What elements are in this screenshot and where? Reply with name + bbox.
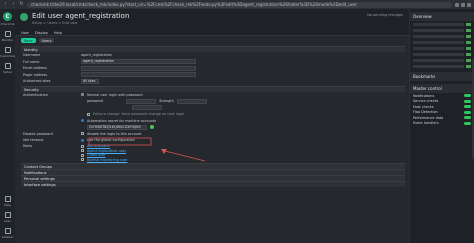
overview-row	[410, 63, 474, 69]
nav-bottom: Help User Sidebar	[0, 191, 15, 239]
password-field[interactable]	[126, 98, 157, 104]
menu-help[interactable]: Help	[54, 31, 62, 35]
role-agent-registration[interactable]: Agent registration user	[87, 149, 126, 153]
automation-radio[interactable]	[81, 119, 84, 123]
nav-help[interactable]: Help	[0, 196, 15, 207]
help-icon	[4, 196, 11, 202]
right-sidebar: Overview Bookmarks Master control Notifi…	[409, 9, 474, 243]
identity-section: Identity Username agent_registration Ful…	[21, 46, 405, 85]
fullname-field[interactable]: agent_registration	[81, 59, 196, 65]
sidebar-icon	[4, 228, 11, 234]
customize-icon	[4, 47, 11, 53]
role-agent-checkbox[interactable]	[81, 149, 84, 153]
control-row: Event handlers	[410, 121, 474, 127]
form-content: Identity Username agent_registration Ful…	[21, 46, 405, 187]
url-bar[interactable]: checkmk.tribe29.local/cmk/check_mk/index…	[27, 1, 452, 8]
browser-extension-icons	[455, 2, 471, 7]
pager-field[interactable]	[81, 72, 196, 78]
interface-settings-header[interactable]: Interface settings	[21, 181, 405, 187]
menu-display[interactable]: Display	[35, 31, 48, 35]
strength-field	[176, 98, 207, 104]
user-icon	[20, 13, 28, 21]
authsites-select[interactable]: All sites	[81, 78, 99, 84]
generate-secret-icon[interactable]	[150, 125, 154, 130]
flap-detection-toggle[interactable]	[464, 110, 471, 114]
breadcrumb[interactable]: Setup > Users > Edit user	[32, 21, 409, 25]
menu-user[interactable]: User	[21, 31, 29, 35]
save-button[interactable]: Save	[21, 38, 36, 43]
back-icon[interactable]: ‹	[3, 2, 8, 7]
monitor-icon	[4, 31, 11, 37]
gear-icon	[4, 63, 11, 69]
overview-header[interactable]: Overview	[410, 12, 474, 21]
role-row: Normal monitoring user	[21, 158, 405, 163]
role-normal-monitoring[interactable]: Normal monitoring user	[87, 158, 127, 162]
page-header: Edit user agent_registration Setup > Use…	[15, 9, 409, 29]
main-area: Edit user agent_registration Setup > Use…	[15, 9, 409, 243]
authsites-row: Authorized sites All sites	[21, 78, 405, 85]
logo-label: Checkmk	[0, 22, 15, 26]
idle-global-radio[interactable]	[81, 138, 84, 142]
event-handlers-toggle[interactable]	[464, 121, 471, 125]
role-admin-checkbox[interactable]	[81, 144, 84, 148]
action-buttons: Save Users	[15, 36, 409, 45]
host-checks-toggle[interactable]	[464, 105, 471, 109]
security-section: Security Authentication Normal user logi…	[21, 85, 405, 163]
username-value: agent_registration	[81, 53, 113, 58]
extension-icon[interactable]	[467, 2, 471, 7]
automation-secret-field[interactable]: GI7H6DT8ZJ1KQWUCZXF0QK0	[87, 124, 147, 130]
forward-icon[interactable]: ›	[11, 2, 16, 7]
nav-setup[interactable]: Setup	[0, 63, 15, 74]
reload-icon[interactable]: ↻	[19, 2, 24, 7]
enforce-change-checkbox[interactable]	[87, 112, 90, 116]
user-icon	[4, 212, 11, 218]
users-button[interactable]: Users	[38, 38, 55, 43]
email-field[interactable]	[81, 65, 196, 71]
role-administrator[interactable]: Administrator	[87, 144, 110, 148]
browser-toolbar: ‹ › ↻ checkmk.tribe29.local/cmk/check_mk…	[0, 0, 474, 9]
bookmarks-header[interactable]: Bookmarks	[410, 72, 474, 81]
role-normal-checkbox[interactable]	[81, 158, 84, 162]
pending-changes[interactable]: No pending changes	[367, 13, 403, 17]
role-guest[interactable]: Guest user	[87, 153, 105, 157]
disable-password-checkbox[interactable]	[81, 132, 84, 136]
nav-monitor[interactable]: Monitor	[0, 31, 15, 42]
nav-sidebar[interactable]: Sidebar	[0, 228, 15, 239]
menu-bar: User Display Help	[15, 29, 409, 36]
extension-icon[interactable]	[461, 2, 465, 7]
nav-customize[interactable]: Customize	[0, 47, 16, 58]
password-repeat-field[interactable]	[132, 105, 162, 111]
service-checks-toggle[interactable]	[464, 99, 471, 103]
checkmk-logo[interactable]: C	[3, 12, 12, 21]
master-control-header[interactable]: Master control	[410, 84, 474, 93]
left-navigation: C Checkmk Monitor Customize Setup Help U…	[0, 9, 16, 243]
nav-user[interactable]: User	[0, 212, 15, 223]
extension-icon[interactable]	[455, 2, 459, 7]
roles-row: Roles Administrator	[23, 144, 111, 148]
role-guest-checkbox[interactable]	[81, 153, 84, 157]
page-title: Edit user agent_registration	[32, 12, 130, 20]
performance-data-toggle[interactable]	[464, 116, 471, 120]
normal-login-radio[interactable]	[81, 93, 84, 97]
notifications-toggle[interactable]	[464, 94, 471, 98]
